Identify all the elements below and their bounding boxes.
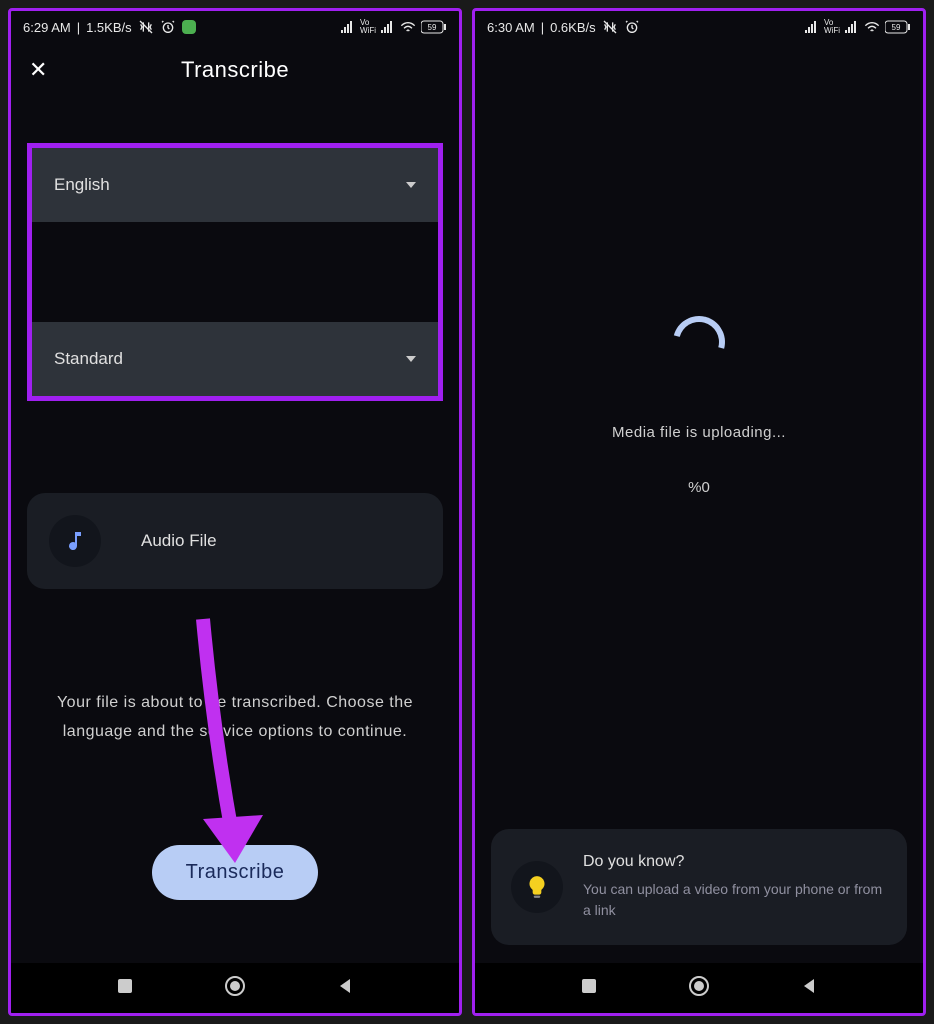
chevron-down-icon xyxy=(406,182,416,188)
tip-card: Do you know? You can upload a video from… xyxy=(491,829,907,945)
vowifi-icon: VoWiFi xyxy=(360,19,376,35)
spinner-icon xyxy=(663,306,734,377)
signal2-icon xyxy=(381,21,395,33)
vibrate-icon xyxy=(138,19,154,35)
status-speed: 1.5KB/s xyxy=(86,20,132,35)
tip-icon-circle xyxy=(511,861,563,913)
lightbulb-icon xyxy=(524,874,550,900)
loading-area: Media file is uploading... %0 xyxy=(475,8,923,829)
page-title: Transcribe xyxy=(181,57,289,83)
app-badge-icon xyxy=(182,20,196,34)
language-value: English xyxy=(54,175,110,195)
battery-icon: 59 xyxy=(421,20,447,34)
transcribe-button[interactable]: Transcribe xyxy=(152,845,319,900)
audio-icon-circle xyxy=(49,515,101,567)
signal-icon xyxy=(341,21,355,33)
alarm-icon xyxy=(160,19,176,35)
nav-back-icon[interactable] xyxy=(800,977,818,1000)
app-header: ✕ Transcribe xyxy=(11,43,459,93)
close-icon[interactable]: ✕ xyxy=(29,57,47,83)
music-note-icon xyxy=(63,529,87,553)
wifi-icon xyxy=(400,20,416,34)
status-time: 6:29 AM xyxy=(23,20,71,35)
language-dropdown[interactable]: English xyxy=(32,148,438,222)
nav-back-icon[interactable] xyxy=(336,977,354,1000)
phone-left: 6:29 AM | 1.5KB/s VoWiFi 59 xyxy=(8,8,462,1016)
loading-percent: %0 xyxy=(688,479,710,496)
android-nav-bar xyxy=(11,963,459,1013)
status-bar: 6:29 AM | 1.5KB/s VoWiFi 59 xyxy=(11,11,459,43)
options-highlight: English Standard xyxy=(27,143,443,401)
svg-text:59: 59 xyxy=(428,23,437,32)
phone-right: 6:30 AM | 0.6KB/s VoWiFi 59 xyxy=(472,8,926,1016)
nav-home-icon[interactable] xyxy=(688,975,710,1002)
loading-message: Media file is uploading... xyxy=(612,424,786,441)
android-nav-bar xyxy=(475,963,923,1013)
audio-file-label: Audio File xyxy=(123,531,421,551)
nav-recent-icon[interactable] xyxy=(116,977,134,1000)
chevron-down-icon xyxy=(406,356,416,362)
tip-body: You can upload a video from your phone o… xyxy=(583,879,887,921)
mode-dropdown[interactable]: Standard xyxy=(32,322,438,396)
mode-value: Standard xyxy=(54,349,123,369)
nav-recent-icon[interactable] xyxy=(580,977,598,1000)
instruction-text: Your file is about to be transcribed. Ch… xyxy=(27,689,443,747)
audio-file-card[interactable]: Audio File xyxy=(27,493,443,589)
tip-title: Do you know? xyxy=(583,853,887,871)
nav-home-icon[interactable] xyxy=(224,975,246,1002)
